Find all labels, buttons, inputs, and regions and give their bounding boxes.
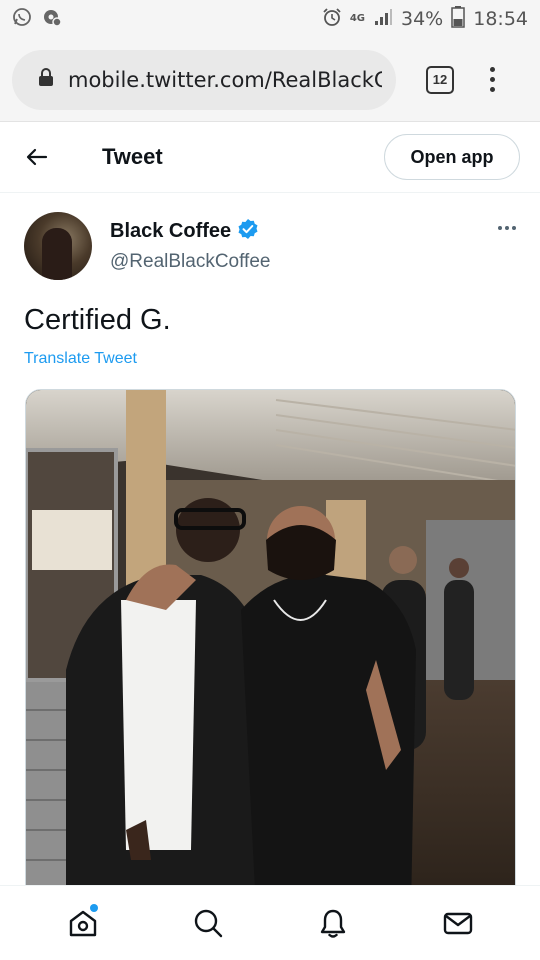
browser-toolbar: mobile.twitter.com/RealBlackC 12 [0,38,540,122]
open-app-button[interactable]: Open app [384,134,520,180]
new-activity-dot [89,904,98,912]
network-type: 4G [349,13,365,24]
verified-badge-icon [237,218,259,245]
address-bar[interactable]: mobile.twitter.com/RealBlackC [12,49,396,110]
author-handle[interactable]: @RealBlackCoffee [110,251,270,273]
tab-switcher-button[interactable]: 12 [426,65,454,94]
tweet-text: Certified G. [24,304,171,336]
more-options-icon[interactable] [498,218,516,238]
page-title: Tweet [102,144,163,169]
messages-icon[interactable] [433,898,483,948]
bottom-navigation [0,885,540,960]
notifications-icon[interactable] [308,898,358,948]
avatar[interactable] [24,212,92,280]
browser-menu-icon[interactable] [490,67,495,92]
signal-icon [373,7,393,32]
clock: 18:54 [473,8,528,30]
whatsapp-icon [12,7,32,32]
lock-icon [38,67,54,92]
battery-icon [451,5,465,33]
battery-percent: 34% [401,8,444,30]
search-icon[interactable] [183,898,233,948]
tweet-header: Tweet Open app [0,122,540,193]
tweet-photo[interactable] [25,389,516,909]
alarm-icon [322,7,342,32]
url-text: mobile.twitter.com/RealBlackC [68,67,382,92]
tweet-author: Black Coffee @RealBlackCoffee [24,212,516,282]
translate-tweet-link[interactable]: Translate Tweet [24,350,137,368]
photo-illustration [26,390,515,908]
home-icon[interactable] [58,898,108,948]
status-bar: 4G 34% 18:54 [0,0,540,38]
author-name[interactable]: Black Coffee [110,220,231,243]
back-arrow-icon[interactable] [20,140,54,174]
settings-notification-icon [42,7,62,32]
